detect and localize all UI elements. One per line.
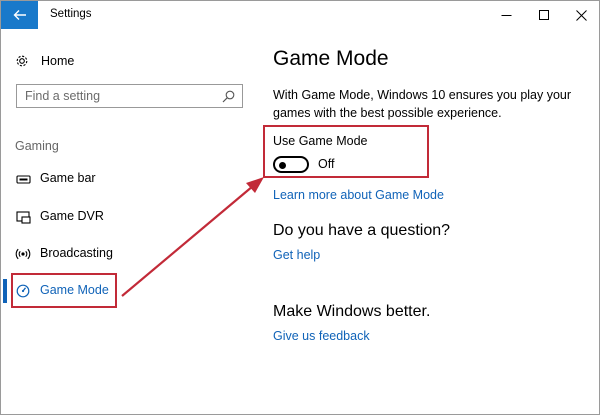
game-dvr-icon: [15, 209, 31, 225]
maximize-button[interactable]: [525, 1, 563, 29]
home-nav-item[interactable]: Home: [15, 52, 74, 70]
back-arrow-icon: [13, 10, 26, 20]
make-windows-better-heading: Make Windows better.: [273, 303, 431, 320]
annotation-box-game-mode-nav: [11, 273, 117, 308]
back-button[interactable]: [1, 1, 38, 29]
game-bar-icon: [15, 171, 31, 187]
search-box[interactable]: [16, 84, 243, 108]
gear-icon: [16, 55, 28, 67]
selection-indicator: [3, 279, 7, 303]
section-label-gaming: Gaming: [15, 139, 59, 153]
minimize-icon: [501, 14, 511, 16]
annotation-box-toggle: [263, 125, 429, 178]
settings-window: Settings Home Gaming: [0, 0, 600, 415]
minimize-button[interactable]: [487, 1, 525, 29]
window-title: Settings: [50, 8, 92, 20]
maximize-icon: [538, 9, 549, 20]
sidebar-item-label: Broadcasting: [40, 246, 113, 260]
question-heading: Do you have a question?: [273, 222, 451, 239]
sidebar-item-game-dvr[interactable]: Game DVR: [1, 205, 255, 229]
broadcasting-icon: [15, 246, 31, 262]
close-icon: [575, 9, 587, 21]
sidebar: Home Gaming Game bar: [1, 29, 255, 415]
page-description: With Game Mode, Windows 10 ensures you p…: [273, 88, 572, 120]
title-bar: Settings: [1, 1, 599, 29]
learn-more-link[interactable]: Learn more about Game Mode: [273, 188, 444, 202]
sidebar-item-broadcasting[interactable]: Broadcasting: [1, 242, 255, 266]
home-label: Home: [41, 54, 75, 68]
close-button[interactable]: [562, 1, 600, 29]
page-title: Game Mode: [273, 47, 389, 70]
search-icon: [222, 90, 235, 103]
sidebar-item-label: Game DVR: [40, 209, 104, 223]
get-help-link[interactable]: Get help: [273, 248, 320, 262]
search-input[interactable]: [25, 89, 215, 103]
sidebar-item-label: Game bar: [40, 171, 96, 185]
feedback-link[interactable]: Give us feedback: [273, 329, 370, 343]
sidebar-item-game-bar[interactable]: Game bar: [1, 167, 255, 191]
